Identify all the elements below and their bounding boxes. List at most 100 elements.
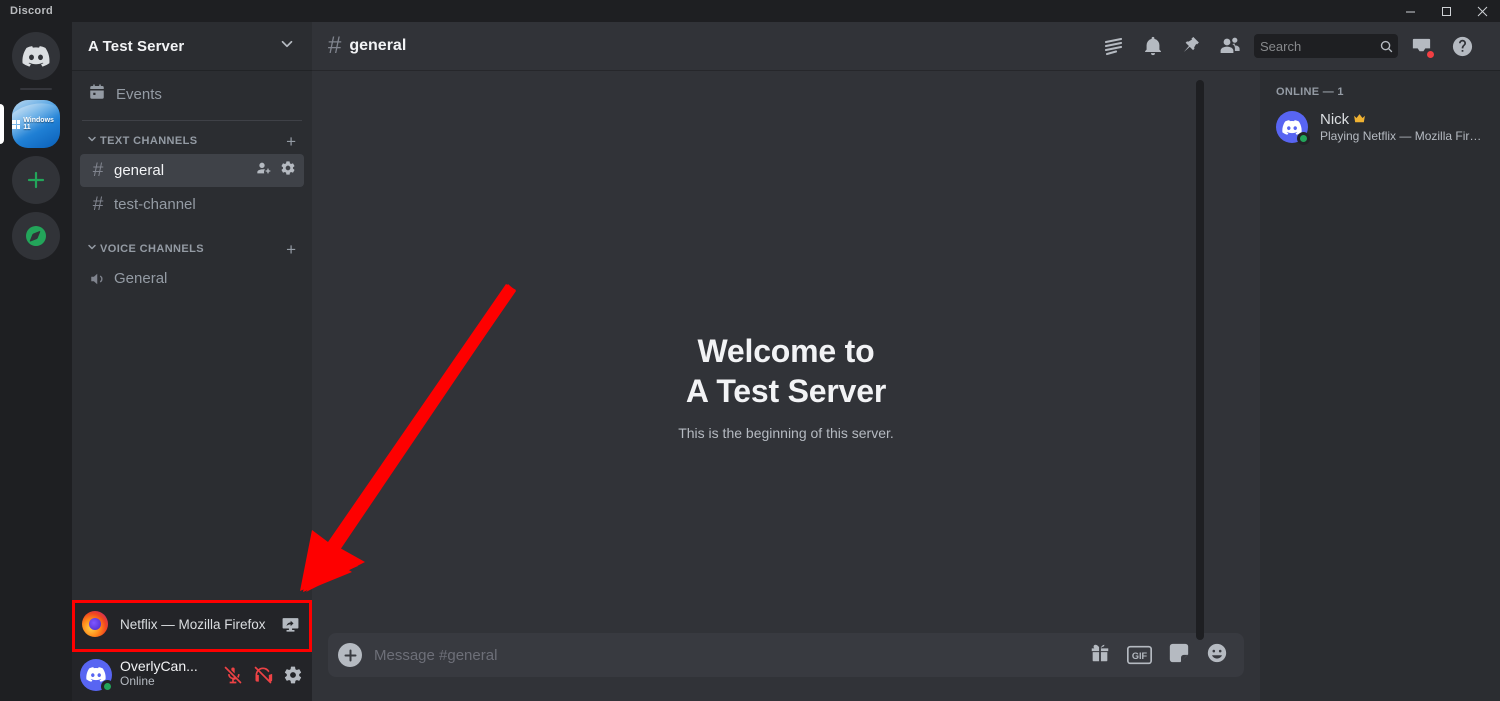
pin-icon[interactable] (1180, 35, 1202, 57)
edit-channel-icon[interactable] (280, 160, 296, 181)
category-label: TEXT CHANNELS (100, 135, 198, 147)
discord-home-icon (12, 32, 60, 80)
gear-icon[interactable] (282, 664, 304, 686)
user-panel: OverlyCan... Online (72, 648, 312, 701)
hash-icon: # (92, 160, 104, 181)
activity-row-netflix[interactable]: Netflix — Mozilla Firefox (72, 600, 312, 648)
members-icon[interactable] (1218, 34, 1242, 58)
username: OverlyCan... (120, 658, 198, 674)
server-rail-item-explore[interactable] (0, 208, 72, 264)
category-label: VOICE CHANNELS (100, 243, 204, 255)
welcome-block: Welcome to A Test Server This is the beg… (312, 331, 1260, 441)
create-invite-icon[interactable] (256, 160, 272, 181)
crown-icon (1353, 113, 1366, 128)
chat-column: # general Search Welcome to A Test Serve… (312, 22, 1500, 701)
header-toolbar-right (1410, 35, 1474, 59)
user-panel-buttons (222, 664, 304, 686)
category-collapse-icon (86, 240, 98, 258)
plus-icon (12, 156, 60, 204)
discord-window: Discord Windows 11 A Test Server Events … (0, 0, 1500, 701)
channel-item-test-channel[interactable]: # test-channel (80, 188, 304, 221)
server-rail-item-home[interactable] (0, 28, 72, 84)
server-name: A Test Server (88, 37, 185, 55)
firefox-icon (82, 611, 108, 637)
window-controls (1392, 0, 1500, 22)
create-text-channel-button[interactable]: + (286, 133, 296, 150)
title-bar: Discord (0, 0, 1500, 22)
rail-divider (20, 88, 52, 90)
events-label: Events (116, 85, 162, 103)
chat-scrollbar[interactable] (1196, 80, 1204, 640)
category-text-channels[interactable]: TEXT CHANNELS + (80, 129, 304, 153)
member-list-item[interactable]: Nick Playing Netflix — Mozilla Fire... (1276, 106, 1492, 148)
channel-actions (256, 160, 296, 181)
hash-icon: # (92, 194, 104, 215)
app-title: Discord (10, 5, 54, 17)
gift-icon[interactable] (1089, 642, 1111, 669)
channel-name: General (114, 270, 168, 287)
member-activity: Playing Netflix — Mozilla Fire... (1320, 128, 1484, 143)
member-name: Nick (1320, 111, 1350, 129)
server-rail-item-add-server[interactable] (0, 152, 72, 208)
plus-circle-icon[interactable] (338, 643, 362, 667)
headphone-muted-icon[interactable] (252, 664, 274, 686)
help-icon[interactable] (1451, 35, 1474, 58)
gif-label: GIF (1132, 651, 1148, 661)
chevron-down-icon (278, 35, 296, 58)
server-header[interactable]: A Test Server (72, 22, 312, 70)
member-list-header: ONLINE — 1 (1276, 86, 1344, 98)
sidebar-item-events[interactable]: Events (80, 78, 304, 110)
server-rail: Windows 11 (0, 22, 72, 701)
inbox-badge (1426, 49, 1435, 59)
category-voice-channels[interactable]: VOICE CHANNELS + (80, 237, 304, 261)
maximize-button[interactable] (1428, 0, 1464, 22)
minimize-button[interactable] (1392, 0, 1428, 22)
composer-buttons: GIF (1089, 642, 1228, 669)
hash-icon: # (328, 32, 342, 59)
page-title: general (349, 37, 407, 54)
server-rail-item-windows-11[interactable]: Windows 11 (0, 96, 72, 152)
windows-11-server-icon: Windows 11 (12, 100, 60, 148)
bell-icon[interactable] (1142, 35, 1164, 57)
member-name-row: Nick (1320, 111, 1484, 128)
mic-muted-icon[interactable] (222, 664, 244, 686)
chat-body: Welcome to A Test Server This is the beg… (312, 70, 1260, 701)
channel-item-general[interactable]: # general (80, 154, 304, 187)
share-screen-icon[interactable] (281, 615, 300, 634)
windows-11-label: Windows 11 (12, 117, 60, 131)
channel-name: general (114, 162, 165, 179)
calendar-icon (88, 83, 106, 106)
sticker-icon[interactable] (1168, 642, 1190, 669)
user-info[interactable]: OverlyCan... Online (120, 658, 214, 690)
speaker-icon (88, 270, 108, 288)
channel-list-scroll: Events TEXT CHANNELS + # general # test-… (72, 70, 312, 600)
channel-sidebar: A Test Server Events TEXT CHANNELS + # g… (72, 22, 312, 701)
create-voice-channel-button[interactable]: + (286, 241, 296, 258)
emoji-icon[interactable] (1206, 642, 1228, 669)
sidebar-divider (82, 120, 302, 121)
status-badge (101, 679, 114, 693)
activity-title: Netflix — Mozilla Firefox (120, 616, 266, 632)
member-list: ONLINE — 1 Nick Playing Netflix — Mozill… (1196, 70, 1500, 701)
compass-icon (12, 212, 60, 260)
message-composer[interactable]: Message #general GIF (328, 633, 1244, 677)
search-icon (1379, 39, 1394, 54)
avatar (1276, 111, 1310, 145)
threads-icon[interactable] (1102, 34, 1126, 58)
avatar[interactable] (80, 658, 114, 693)
welcome-line-1: Welcome to (697, 332, 875, 369)
channel-name: test-channel (114, 196, 196, 213)
welcome-subtitle: This is the beginning of this server. (678, 424, 894, 441)
member-info: Nick Playing Netflix — Mozilla Fire... (1320, 111, 1484, 142)
inbox-icon[interactable] (1410, 35, 1435, 59)
gif-icon[interactable]: GIF (1127, 645, 1152, 665)
channel-item-voice-general[interactable]: General (80, 262, 304, 295)
active-server-pill (0, 104, 4, 144)
message-composer-wrap: Message #general GIF (328, 633, 1244, 677)
header-toolbar (1102, 34, 1242, 58)
search-input[interactable]: Search (1254, 34, 1398, 58)
category-collapse-icon (86, 132, 98, 150)
close-button[interactable] (1464, 0, 1500, 22)
message-input-placeholder: Message #general (374, 646, 498, 664)
user-status: Online (120, 674, 155, 689)
